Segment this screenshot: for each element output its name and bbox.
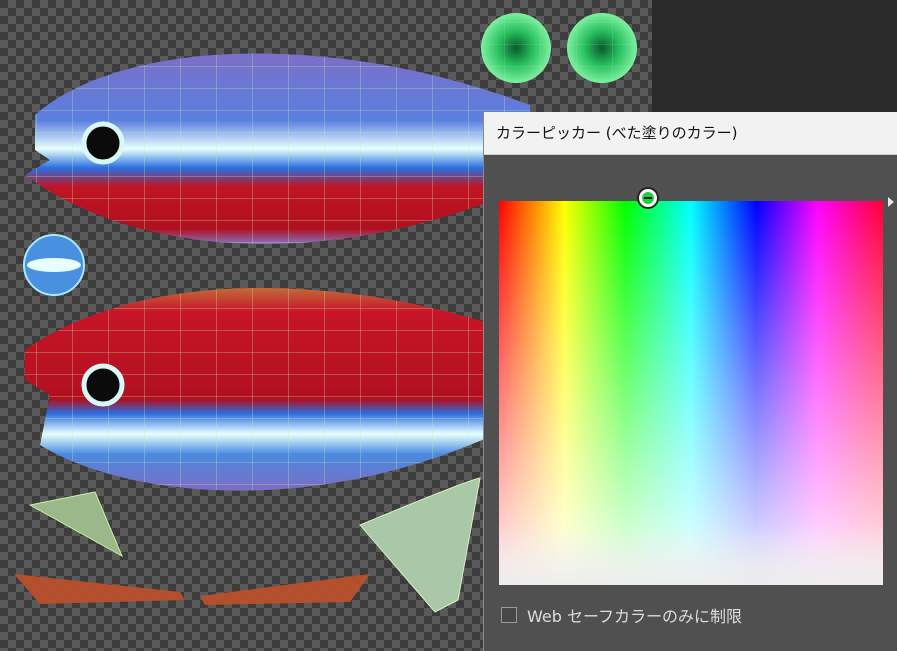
color-selector-handle[interactable]: [639, 189, 657, 207]
websafe-label: Web セーフカラーのみに制限: [527, 607, 743, 626]
websafe-option[interactable]: Web セーフカラーのみに制限: [501, 604, 742, 626]
workspace-background: [652, 0, 897, 112]
color-picker-dialog: カラーピッカー (べた塗りのカラー) Web セーフカラーのみに制限: [483, 112, 897, 651]
color-spectrum-field[interactable]: [499, 189, 883, 585]
websafe-checkbox[interactable]: [501, 607, 517, 623]
color-picker-title[interactable]: カラーピッカー (べた塗りのカラー): [484, 112, 897, 155]
hue-slider-arrow-icon[interactable]: [888, 197, 894, 207]
